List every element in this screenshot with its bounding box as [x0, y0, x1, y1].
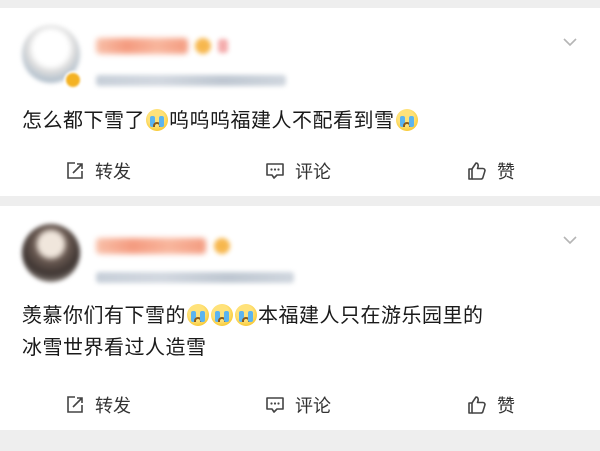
thumbs-up-icon [468, 162, 486, 180]
like-button[interactable]: 赞 [466, 386, 515, 424]
comment-icon [266, 163, 284, 179]
post-text: 冰雪世界看过人造雪 [22, 335, 207, 359]
repost-label: 转发 [95, 162, 131, 183]
repost-label: 转发 [95, 396, 131, 417]
post-meta-blurred [96, 272, 294, 283]
feed-divider [0, 430, 600, 451]
username-blurred[interactable] [96, 238, 206, 254]
like-button[interactable]: 赞 [466, 152, 515, 190]
post-text: 怎么都下雪了 [22, 108, 145, 132]
post-content: 羡慕你们有下雪的 本福建人只在游乐园里的冰雪世界看过人造雪 [22, 299, 582, 363]
post-card: 怎么都下雪了 呜呜呜福建人不配看到雪 转发 评论 赞 [0, 8, 600, 196]
post-text: 本福建人只在游乐园里的 [258, 303, 484, 327]
repost-button[interactable]: 转发 [64, 386, 131, 424]
comment-button[interactable]: 评论 [264, 152, 331, 190]
comment-label: 评论 [295, 162, 331, 183]
crying-emoji-icon [235, 304, 257, 326]
verified-badge [64, 71, 82, 89]
crying-emoji-icon [395, 109, 418, 131]
action-bar: 转发 评论 赞 [0, 386, 600, 424]
vip-badge-icon [214, 238, 230, 254]
like-label: 赞 [497, 396, 515, 417]
post-content: 怎么都下雪了 呜呜呜福建人不配看到雪 [22, 104, 582, 136]
chevron-down-icon[interactable] [562, 232, 578, 248]
comment-label: 评论 [295, 396, 331, 417]
crying-emoji-icon [211, 304, 233, 326]
username-blurred[interactable] [96, 38, 188, 54]
crying-emoji-icon [187, 304, 209, 326]
comment-button[interactable]: 评论 [264, 386, 331, 424]
post-meta-blurred [96, 75, 286, 86]
repost-icon [67, 396, 83, 413]
action-bar: 转发 评论 赞 [0, 152, 600, 190]
post-text: 呜呜呜福建人不配看到雪 [169, 108, 395, 132]
chevron-down-icon[interactable] [562, 34, 578, 50]
thumbs-up-icon [468, 396, 486, 414]
avatar[interactable] [22, 224, 80, 282]
repost-icon [67, 162, 83, 179]
repost-button[interactable]: 转发 [64, 152, 131, 190]
post-text: 羡慕你们有下雪的 [22, 303, 186, 327]
comment-icon [266, 397, 284, 413]
vip-badge-icon [195, 38, 211, 54]
crying-emoji-icon [146, 109, 168, 131]
like-label: 赞 [497, 162, 515, 183]
level-badge-icon [218, 39, 228, 53]
